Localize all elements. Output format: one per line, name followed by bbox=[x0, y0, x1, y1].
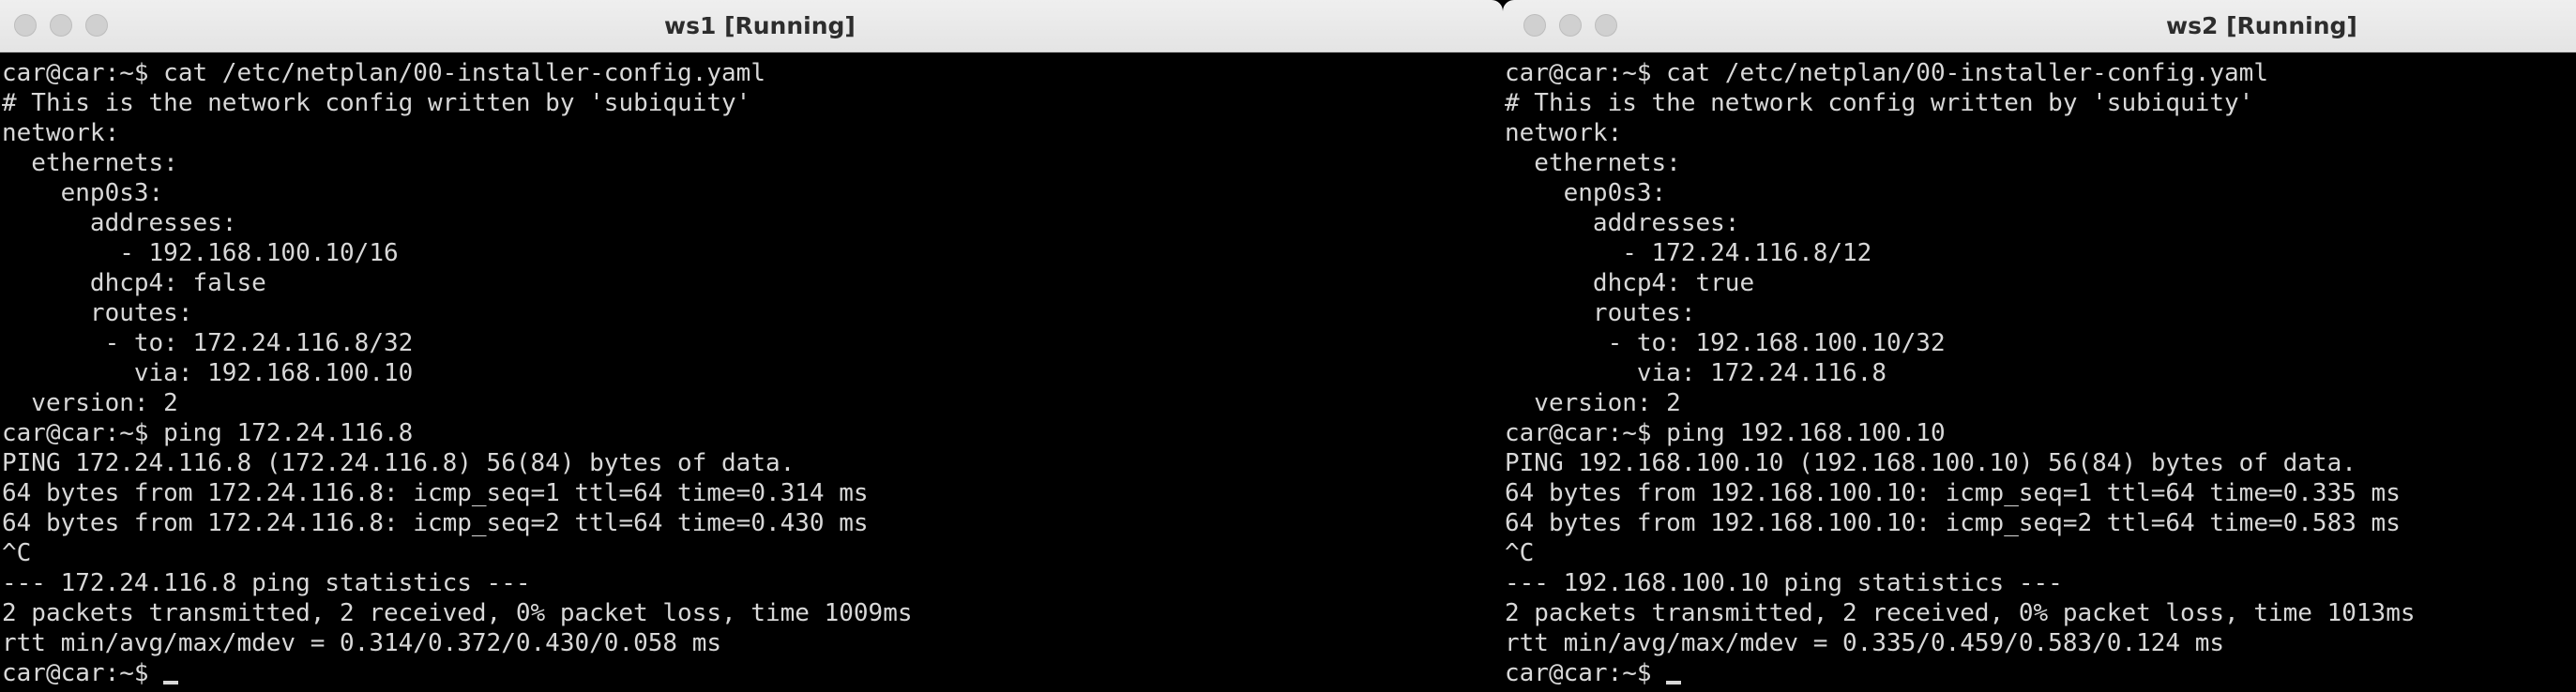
terminal-line: network: bbox=[2, 119, 120, 147]
vm-window-ws1[interactable]: ws1 [Running] car@car:~$ cat /etc/netpla… bbox=[0, 0, 1503, 692]
window-title: ws2 [Running] bbox=[2166, 12, 2357, 39]
window-controls bbox=[1523, 14, 1617, 38]
terminal-line: - 192.168.100.10/16 bbox=[2, 239, 399, 267]
terminal-line: rtt min/avg/max/mdev = 0.335/0.459/0.583… bbox=[1505, 629, 2225, 657]
maximize-button[interactable] bbox=[1595, 14, 1617, 37]
terminal-line: enp0s3: bbox=[1505, 179, 1667, 207]
terminal-line: car@car:~$ cat /etc/netplan/00-installer… bbox=[1505, 59, 2268, 87]
terminal-line: # This is the network config written by … bbox=[2, 89, 751, 117]
close-button[interactable] bbox=[1523, 14, 1546, 37]
terminal-line: - to: 172.24.116.8/32 bbox=[2, 329, 414, 357]
terminal-line: 64 bytes from 192.168.100.10: icmp_seq=2… bbox=[1505, 509, 2401, 537]
terminal-line: via: 172.24.116.8 bbox=[1505, 359, 1887, 387]
terminal-line: - 172.24.116.8/12 bbox=[1505, 239, 1872, 267]
terminal-line: PING 172.24.116.8 (172.24.116.8) 56(84) … bbox=[2, 449, 796, 477]
terminal-line: 2 packets transmitted, 2 received, 0% pa… bbox=[2, 599, 913, 627]
terminal-line: 64 bytes from 192.168.100.10: icmp_seq=1… bbox=[1505, 479, 2401, 507]
window-titlebar[interactable]: ws1 [Running] bbox=[0, 0, 1503, 53]
vm-window-ws2[interactable]: ws2 [Running] car@car:~$ cat /etc/netpla… bbox=[1503, 0, 2576, 692]
terminal-line: car@car:~$ cat /etc/netplan/00-installer… bbox=[2, 59, 765, 87]
terminal-line: dhcp4: true bbox=[1505, 269, 1755, 297]
terminal-line: - to: 192.168.100.10/32 bbox=[1505, 329, 1946, 357]
terminal-line: ^C bbox=[1505, 539, 1535, 567]
terminal-line: ethernets: bbox=[2, 149, 178, 177]
text-cursor bbox=[163, 681, 179, 684]
terminal-output[interactable]: car@car:~$ cat /etc/netplan/00-installer… bbox=[0, 53, 1503, 692]
terminal-line: 2 packets transmitted, 2 received, 0% pa… bbox=[1505, 599, 2416, 627]
terminal-line: 64 bytes from 172.24.116.8: icmp_seq=2 t… bbox=[2, 509, 869, 537]
minimize-button[interactable] bbox=[1559, 14, 1582, 37]
terminal-line: # This is the network config written by … bbox=[1505, 89, 2254, 117]
terminal-line: routes: bbox=[1505, 299, 1696, 327]
terminal-line: addresses: bbox=[1505, 209, 1740, 237]
terminal-line: PING 192.168.100.10 (192.168.100.10) 56(… bbox=[1505, 449, 2356, 477]
terminal-line: dhcp4: false bbox=[2, 269, 266, 297]
terminal-line: car@car:~$ ping 172.24.116.8 bbox=[2, 419, 414, 447]
terminal-line: 64 bytes from 172.24.116.8: icmp_seq=1 t… bbox=[2, 479, 869, 507]
terminal-line: addresses: bbox=[2, 209, 237, 237]
terminal-prompt: car@car:~$ bbox=[2, 659, 164, 687]
terminal-line: rtt min/avg/max/mdev = 0.314/0.372/0.430… bbox=[2, 629, 722, 657]
terminal-line: --- 172.24.116.8 ping statistics --- bbox=[2, 569, 531, 597]
terminal-prompt: car@car:~$ bbox=[1505, 659, 1667, 687]
terminal-line: car@car:~$ ping 192.168.100.10 bbox=[1505, 419, 1946, 447]
terminal-prompt-line[interactable]: car@car:~$ bbox=[1505, 658, 2576, 688]
maximize-button[interactable] bbox=[85, 14, 108, 37]
minimize-button[interactable] bbox=[50, 14, 72, 37]
terminal-line: ethernets: bbox=[1505, 149, 1681, 177]
terminal-line: version: 2 bbox=[1505, 389, 1681, 417]
window-titlebar[interactable]: ws2 [Running] bbox=[1503, 0, 2576, 53]
terminal-line: enp0s3: bbox=[2, 179, 164, 207]
terminal-line: --- 192.168.100.10 ping statistics --- bbox=[1505, 569, 2063, 597]
window-controls bbox=[14, 14, 108, 38]
text-cursor bbox=[1666, 681, 1682, 684]
terminal-line: version: 2 bbox=[2, 389, 178, 417]
terminal-line: network: bbox=[1505, 119, 1623, 147]
terminal-line: via: 192.168.100.10 bbox=[2, 359, 414, 387]
terminal-output[interactable]: car@car:~$ cat /etc/netplan/00-installer… bbox=[1503, 53, 2576, 692]
window-title: ws1 [Running] bbox=[664, 12, 856, 39]
close-button[interactable] bbox=[14, 14, 37, 37]
terminal-line: ^C bbox=[2, 539, 32, 567]
terminal-prompt-line[interactable]: car@car:~$ bbox=[2, 658, 1503, 688]
terminal-line: routes: bbox=[2, 299, 193, 327]
